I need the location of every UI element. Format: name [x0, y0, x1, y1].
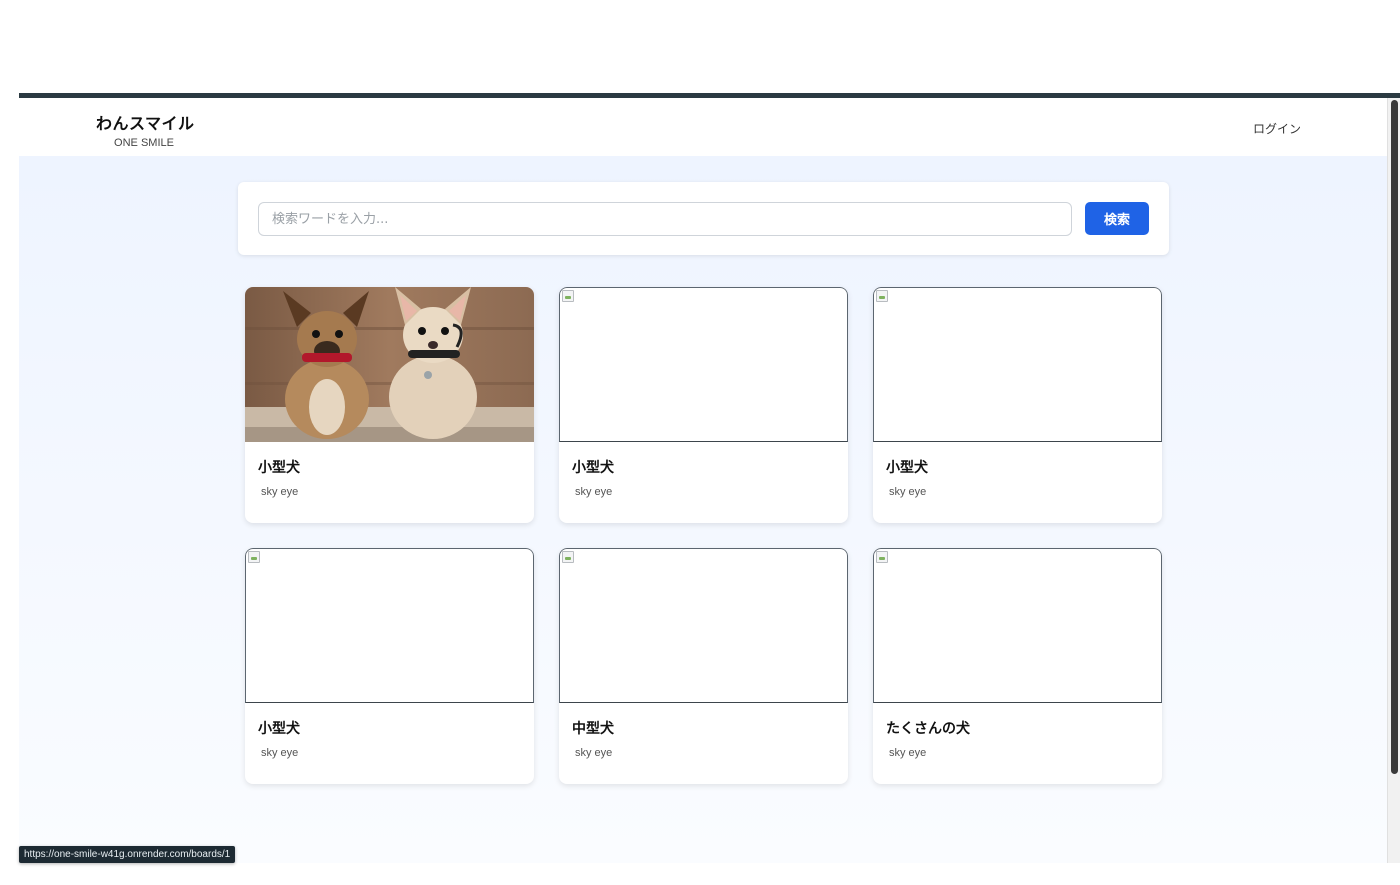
- board-card[interactable]: 中型犬 sky eye: [559, 548, 848, 784]
- board-card[interactable]: 小型犬 sky eye: [245, 287, 534, 523]
- broken-image: [559, 287, 848, 442]
- puppies-photo: [245, 287, 534, 442]
- board-card[interactable]: 小型犬 sky eye: [245, 548, 534, 784]
- card-title: たくさんの犬: [886, 721, 970, 737]
- board-card[interactable]: 小型犬 sky eye: [873, 287, 1162, 523]
- status-bar-url: https://one-smile-w41g.onrender.com/boar…: [19, 846, 236, 863]
- broken-image-icon: [562, 551, 574, 563]
- card-author: sky eye: [889, 747, 927, 759]
- board-card[interactable]: たくさんの犬 sky eye: [873, 548, 1162, 784]
- broken-image: [873, 548, 1162, 703]
- card-title: 小型犬: [572, 460, 614, 476]
- brand-subtitle: ONE SMILE: [114, 137, 174, 149]
- brand-logo[interactable]: わんスマイル ONE SMILE: [96, 110, 195, 149]
- card-author: sky eye: [575, 747, 613, 759]
- search-button[interactable]: 検索: [1085, 202, 1149, 235]
- card-author: sky eye: [889, 486, 927, 498]
- card-title: 小型犬: [886, 460, 928, 476]
- broken-image-icon: [876, 551, 888, 563]
- scrollbar-thumb[interactable]: [1391, 100, 1398, 774]
- broken-image: [873, 287, 1162, 442]
- search-panel: 検索: [238, 182, 1169, 255]
- brand-title: わんスマイル: [96, 114, 195, 133]
- broken-image: [559, 548, 848, 703]
- site-header: わんスマイル ONE SMILE ログイン: [19, 98, 1387, 156]
- card-title: 中型犬: [572, 721, 614, 737]
- broken-image-icon: [248, 551, 260, 563]
- main-content: 検索ワードを入力... 検索 小型犬 sky eye 小型犬 sky eye 小…: [19, 156, 1387, 863]
- card-title: 小型犬: [258, 460, 300, 476]
- login-link[interactable]: ログイン: [1253, 120, 1301, 137]
- board-card[interactable]: 小型犬 sky eye: [559, 287, 848, 523]
- vertical-scrollbar[interactable]: [1387, 98, 1400, 863]
- search-input[interactable]: [258, 202, 1072, 236]
- card-title: 小型犬: [258, 721, 300, 737]
- broken-image: [245, 548, 534, 703]
- browser-viewport: わんスマイル ONE SMILE ログイン 検索ワードを入力... 検索 小型犬…: [19, 93, 1400, 863]
- card-image-puppies: [245, 287, 534, 442]
- card-author: sky eye: [261, 747, 299, 759]
- broken-image-icon: [876, 290, 888, 302]
- card-author: sky eye: [575, 486, 613, 498]
- card-author: sky eye: [261, 486, 299, 498]
- broken-image-icon: [562, 290, 574, 302]
